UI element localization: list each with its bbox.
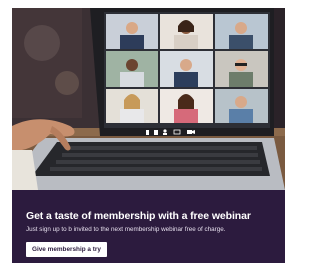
promo-headline: Get a taste of membership with a free we… [26, 210, 251, 222]
give-membership-button[interactable]: Give membership a try [26, 242, 107, 257]
video-tile [106, 14, 158, 49]
promo-card: Get a taste of membership with a free we… [12, 8, 285, 263]
promo-subtext: Just sign up to b invited to the next me… [26, 226, 226, 233]
webinar-photo [12, 8, 285, 190]
promo-panel: Get a taste of membership with a free we… [12, 190, 285, 263]
